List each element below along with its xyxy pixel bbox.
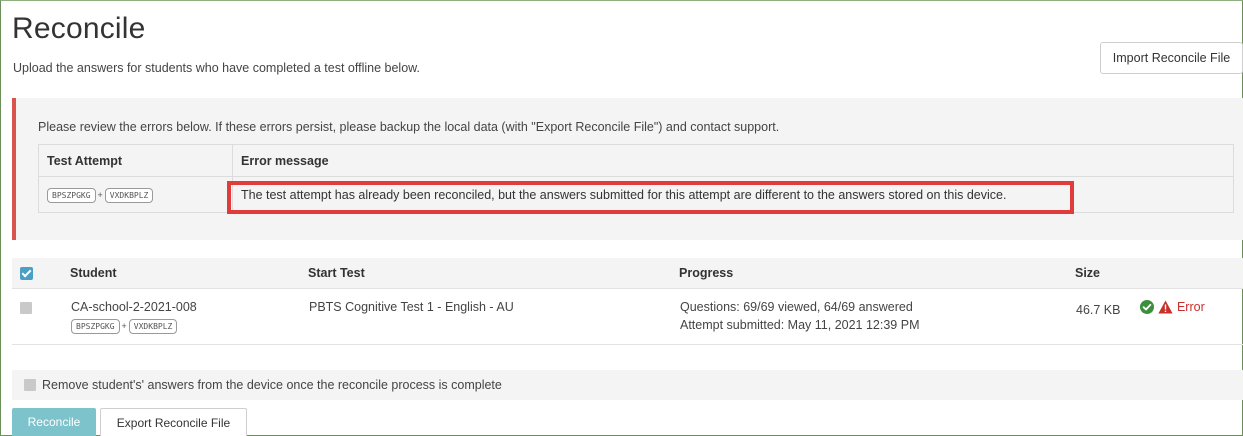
page-subtitle: Upload the answers for students who have… xyxy=(13,61,420,75)
plus-separator: + xyxy=(121,321,127,331)
student-name: CA-school-2-2021-008 xyxy=(71,300,197,314)
reconcile-button[interactable]: Reconcile xyxy=(12,408,96,436)
error-row: BPSZPGKG + VXDKBPLZ The test attempt has a… xyxy=(38,176,1234,213)
error-table: Test Attempt Error message BPSZPGKG + VXDK… xyxy=(38,144,1234,213)
size-cell: 46.7 KB Error xyxy=(1075,288,1243,345)
select-all-cell xyxy=(12,258,70,289)
attempt-code-tag: VXDKBPLZ xyxy=(128,319,178,334)
student-cell: CA-school-2-2021-008 BPSZPGKG + VXDKBPLZ xyxy=(70,288,308,345)
attempt-code-tag: BPSZPGKG xyxy=(47,187,96,203)
plus-separator: + xyxy=(97,189,103,200)
error-message-text: The test attempt has already been reconc… xyxy=(241,187,1007,202)
test-attempt-cell: BPSZPGKG + VXDKBPLZ xyxy=(38,176,233,213)
import-reconcile-file-button[interactable]: Import Reconcile File xyxy=(1100,42,1243,74)
table-row: CA-school-2-2021-008 BPSZPGKG + VXDKBPLZ P… xyxy=(12,288,1243,345)
column-header-size: Size xyxy=(1075,258,1243,289)
error-intro-text: Please review the errors below. If these… xyxy=(38,120,780,134)
error-message-cell: The test attempt has already been reconc… xyxy=(232,176,1234,213)
remove-answers-checkbox[interactable] xyxy=(24,379,36,391)
progress-submitted: Attempt submitted: May 11, 2021 12:39 PM xyxy=(680,318,920,332)
students-table: Student Start Test Progress Size CA-scho… xyxy=(12,258,1243,345)
student-codes: BPSZPGKG + VXDKBPLZ xyxy=(71,318,307,334)
attempt-code-tag: VXDKBPLZ xyxy=(104,187,154,203)
column-header-error-message: Error message xyxy=(232,144,1234,177)
error-status-link[interactable]: Error xyxy=(1177,300,1205,314)
row-checkbox[interactable] xyxy=(20,301,32,314)
column-header-start-test: Start Test xyxy=(308,258,679,289)
column-header-progress: Progress xyxy=(679,258,1075,289)
column-header-test-attempt: Test Attempt xyxy=(38,144,233,177)
remove-answers-label: Remove student's' answers from the devic… xyxy=(42,378,502,392)
progress-cell: Questions: 69/69 viewed, 64/69 answered … xyxy=(679,288,1075,345)
start-test-cell: PBTS Cognitive Test 1 - English - AU xyxy=(308,288,679,345)
status-indicator: Error xyxy=(1139,300,1205,314)
check-circle-icon xyxy=(1139,300,1154,314)
export-reconcile-file-button[interactable]: Export Reconcile File xyxy=(100,408,247,436)
select-all-checkbox[interactable] xyxy=(20,267,33,281)
row-checkbox-cell xyxy=(12,288,70,345)
remove-answers-option: Remove student's' answers from the devic… xyxy=(12,370,1243,400)
error-panel: Please review the errors below. If these… xyxy=(12,98,1243,240)
attempt-code-tag: BPSZPGKG xyxy=(71,319,120,334)
warning-triangle-icon xyxy=(1158,300,1173,314)
column-header-student: Student xyxy=(70,258,308,289)
size-value: 46.7 KB xyxy=(1076,303,1121,317)
page-title: Reconcile xyxy=(12,12,146,45)
progress-questions: Questions: 69/69 viewed, 64/69 answered xyxy=(680,300,913,314)
